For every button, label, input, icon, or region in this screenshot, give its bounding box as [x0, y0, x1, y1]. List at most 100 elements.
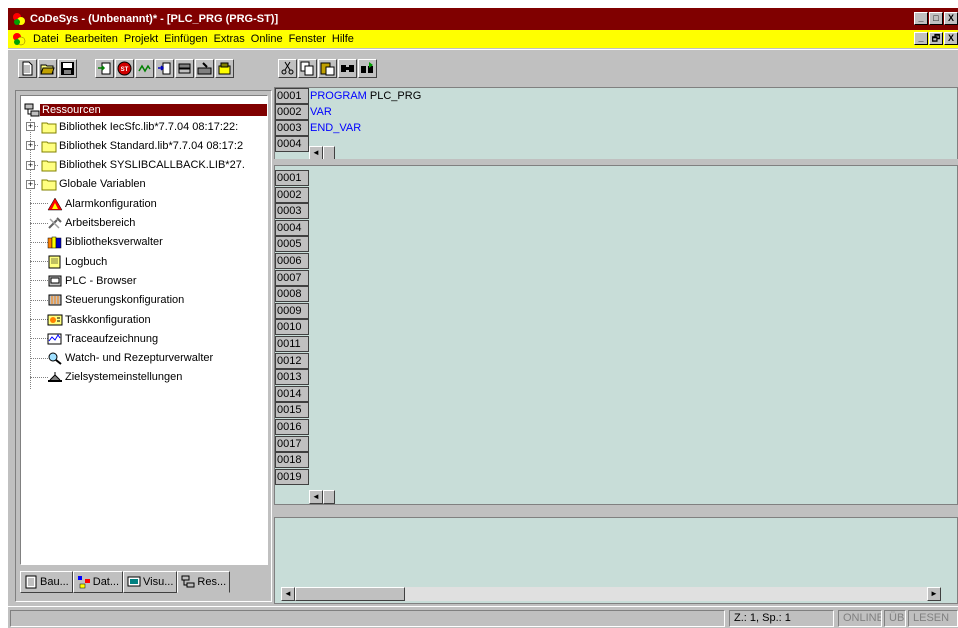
mdi-close-button[interactable]: X: [944, 32, 958, 45]
menu-bearbeiten[interactable]: Bearbeiten: [62, 33, 121, 45]
code-line: 0009: [275, 302, 309, 319]
folder-icon: [41, 179, 57, 191]
mdi-restore-button[interactable]: 🗗: [929, 32, 943, 45]
menu-fenster[interactable]: Fenster: [286, 33, 329, 45]
tree-item-label: Logbuch: [65, 255, 108, 268]
message-hscroll[interactable]: ◄ ►: [281, 587, 941, 601]
code-line: 0003: [275, 203, 309, 220]
tree-item[interactable]: Globale Variablen: [41, 176, 267, 193]
tree-expand-button[interactable]: +: [26, 179, 35, 189]
menu-datei[interactable]: Datei: [30, 33, 62, 45]
build-button[interactable]: [195, 59, 214, 78]
tree-expand-button[interactable]: +: [26, 160, 35, 170]
code-line: 0004: [275, 219, 309, 236]
tree-item[interactable]: Taskkonfiguration: [47, 311, 267, 328]
menu-online[interactable]: Online: [248, 33, 286, 45]
tree-item-label: PLC - Browser: [65, 274, 137, 287]
menu-bar: Datei Bearbeiten Projekt Einfügen Extras…: [8, 30, 958, 48]
title-bar[interactable]: CoDeSys - (Unbenannt)* - [PLC_PRG (PRG-S…: [8, 8, 958, 30]
line-number: 0004: [275, 136, 309, 152]
menu-extras[interactable]: Extras: [211, 33, 248, 45]
find-button[interactable]: [338, 59, 357, 78]
tree-expand-button[interactable]: +: [26, 141, 35, 151]
tree-item[interactable]: Traceaufzeichnung: [47, 330, 267, 347]
tree-item[interactable]: Bibliothek IecSfc.lib*7.7.04 08:17:22:: [41, 118, 267, 135]
tree-item[interactable]: Bibliotheksverwalter: [47, 234, 267, 251]
code-line: 0016: [275, 419, 309, 435]
line-number: 0018: [275, 452, 309, 469]
force-button[interactable]: [215, 59, 234, 78]
open-icon: [40, 64, 55, 75]
code-pane[interactable]: 0001 0002 0003 0004 0005 0006 0007 0008 0009 0010…: [274, 165, 958, 505]
line-number: 0007: [275, 269, 309, 286]
step-button[interactable]: [155, 59, 174, 78]
code-scroll-thumb[interactable]: [323, 490, 335, 504]
tree-root-ressourcen[interactable]: Ressourcen: [24, 101, 267, 118]
tab-visualisierungen[interactable]: Visu...: [123, 571, 178, 593]
line-number: 0014: [275, 385, 309, 402]
copy-button[interactable]: [298, 59, 317, 78]
declaration-pane[interactable]: 0001 PROGRAM PLC_PRG 0002 VAR 0003 END_VAR 000…: [274, 87, 958, 160]
tree-item[interactable]: Watch- und Rezepturverwalter: [47, 350, 267, 367]
replace-button[interactable]: [358, 59, 377, 78]
tab-datentypen[interactable]: Dat...: [72, 571, 124, 593]
tree-item[interactable]: Bibliothek SYSLIBCALLBACK.LIB*27.: [41, 157, 267, 174]
tree-item[interactable]: Alarmkonfiguration: [47, 195, 267, 212]
paste-button[interactable]: [318, 59, 337, 78]
menu-projekt[interactable]: Projekt: [121, 33, 161, 45]
tree-item-label: Watch- und Rezepturverwalter: [65, 352, 214, 365]
scroll-left-button[interactable]: ◄: [309, 146, 323, 159]
run-button[interactable]: [135, 59, 154, 78]
code-line: 0008: [275, 286, 309, 303]
msg-scroll-thumb[interactable]: [295, 587, 405, 601]
cut-button[interactable]: [278, 59, 297, 78]
tab-bausteine[interactable]: Bau...: [20, 571, 73, 593]
tree-item-label: Taskkonfiguration: [65, 313, 151, 326]
scroll-thumb[interactable]: [323, 146, 335, 159]
menu-hilfe[interactable]: Hilfe: [329, 33, 357, 45]
code-line: 0002: [275, 186, 309, 203]
message-pane[interactable]: ◄ ►: [274, 517, 958, 604]
tab-ressourcen[interactable]: Res...: [177, 571, 231, 593]
breakpoint-button[interactable]: [175, 59, 194, 78]
msg-scroll-track[interactable]: [405, 587, 927, 601]
breakpoint-icon: [178, 63, 191, 74]
trace-icon: [47, 333, 62, 345]
maximize-button[interactable]: □: [929, 12, 943, 25]
document-icon: [25, 575, 37, 589]
document-window-icon[interactable]: [12, 32, 26, 46]
tree-item-label: Zielsystemeinstellungen: [65, 371, 183, 384]
declaration-line: 0002 VAR: [275, 104, 332, 120]
menu-einfuegen[interactable]: Einfügen: [161, 33, 210, 45]
line-number: 0003: [275, 203, 309, 220]
code-scroll-left-button[interactable]: ◄: [309, 490, 323, 504]
status-ub: ÜB: [884, 610, 906, 627]
declaration-hscroll[interactable]: ◄: [309, 146, 335, 159]
codesys-logo-icon: [13, 13, 25, 25]
tree-item[interactable]: Logbuch: [47, 253, 267, 270]
minimize-button[interactable]: _: [914, 12, 928, 25]
tab-visualisierungen-label: Visu...: [143, 576, 174, 588]
tree-item[interactable]: Bibliothek Standard.lib*7.7.04 08:17:2: [41, 137, 267, 154]
save-icon: [61, 62, 74, 75]
line-number: 0004: [275, 219, 309, 236]
tree-item[interactable]: Arbeitsbereich: [47, 215, 267, 232]
tree-item[interactable]: Steuerungskonfiguration: [47, 292, 267, 309]
code-line: 0014: [275, 385, 309, 402]
close-button[interactable]: X: [944, 12, 958, 25]
code-line: 0017: [275, 435, 309, 452]
msg-scroll-left-button[interactable]: ◄: [281, 587, 295, 601]
run-icon: [138, 64, 151, 73]
save-button[interactable]: [58, 59, 77, 78]
status-message: [10, 610, 725, 627]
stop-button[interactable]: ST: [115, 59, 134, 78]
tree-item[interactable]: Zielsystemeinstellungen: [47, 369, 267, 386]
new-button[interactable]: [18, 59, 37, 78]
msg-scroll-right-button[interactable]: ►: [927, 587, 941, 601]
code-hscroll[interactable]: ◄: [309, 490, 335, 504]
tree-item[interactable]: PLC - Browser: [47, 272, 267, 289]
open-button[interactable]: [38, 59, 57, 78]
tree-expand-button[interactable]: +: [26, 122, 35, 131]
mdi-minimize-button[interactable]: _: [914, 32, 928, 45]
login-button[interactable]: [95, 59, 114, 78]
